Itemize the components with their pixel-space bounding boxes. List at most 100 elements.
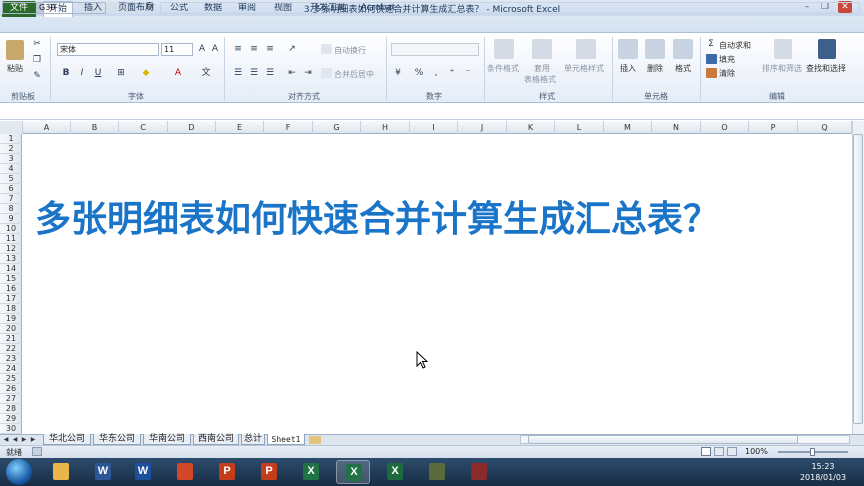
fill-color-icon[interactable]: ◆ <box>140 67 152 79</box>
shrink-font-icon[interactable]: A <box>209 43 221 55</box>
font-name-select[interactable]: 宋体 <box>57 43 159 56</box>
border-icon[interactable]: ⊞ <box>115 67 127 79</box>
horizontal-scroll-thumb[interactable] <box>528 435 798 444</box>
insert-sheet-icon[interactable] <box>309 436 321 444</box>
column-header[interactable]: H <box>361 121 410 134</box>
page-layout-view-icon[interactable] <box>714 447 724 456</box>
row-header[interactable]: 1 <box>0 134 22 144</box>
align-bottom-icon[interactable]: ≡ <box>264 43 276 55</box>
taskbar-powerpoint-b-button[interactable]: P <box>210 460 244 484</box>
row-header[interactable]: 30 <box>0 424 22 434</box>
row-header[interactable]: 3 <box>0 154 22 164</box>
column-header[interactable]: F <box>264 121 313 134</box>
decrease-indent-icon[interactable]: ⇤ <box>286 67 298 79</box>
system-clock[interactable]: 15:23 2018/01/03 <box>790 461 856 483</box>
taskbar-explorer-button[interactable] <box>44 460 78 484</box>
delete-cells-icon[interactable] <box>645 39 665 59</box>
macro-record-icon[interactable] <box>32 447 42 456</box>
row-header[interactable]: 15 <box>0 274 22 284</box>
column-header[interactable]: N <box>652 121 701 134</box>
number-format-select[interactable] <box>391 43 479 56</box>
taskbar-word-a-button[interactable]: W <box>86 460 120 484</box>
row-header[interactable]: 18 <box>0 304 22 314</box>
decrease-decimal-icon[interactable]: ⁻ <box>462 67 474 79</box>
align-left-icon[interactable]: ☰ <box>232 67 244 79</box>
zoom-level[interactable]: 100% <box>745 447 768 456</box>
next-sheet-button[interactable]: ▶ <box>20 435 28 444</box>
first-sheet-button[interactable]: ◀ <box>2 435 10 444</box>
vertical-scroll-thumb[interactable] <box>853 134 863 424</box>
start-button[interactable] <box>6 459 32 485</box>
row-header[interactable]: 10 <box>0 224 22 234</box>
taskbar-powerpoint-c-button[interactable]: P <box>252 460 286 484</box>
row-header[interactable]: 7 <box>0 194 22 204</box>
conditional-format-icon[interactable] <box>494 39 514 59</box>
column-header[interactable]: O <box>701 121 749 134</box>
column-header[interactable]: J <box>458 121 507 134</box>
row-header[interactable]: 20 <box>0 324 22 334</box>
row-header[interactable]: 27 <box>0 394 22 404</box>
increase-decimal-icon[interactable]: ⁺ <box>446 67 458 79</box>
cell-styles-icon[interactable] <box>576 39 596 59</box>
row-header[interactable]: 11 <box>0 234 22 244</box>
wrap-text-icon[interactable] <box>321 44 332 54</box>
column-header[interactable]: K <box>507 121 555 134</box>
last-sheet-button[interactable]: ▶ <box>29 435 37 444</box>
taskbar-excel-a-button[interactable]: X <box>294 460 328 484</box>
row-header[interactable]: 4 <box>0 164 22 174</box>
column-header[interactable]: G <box>313 121 361 134</box>
row-header[interactable]: 26 <box>0 384 22 394</box>
name-box[interactable]: G30 <box>2 2 106 14</box>
clear-icon[interactable] <box>706 68 717 78</box>
table-format-icon[interactable] <box>532 39 552 59</box>
page-break-view-icon[interactable] <box>727 447 737 456</box>
row-header[interactable]: 8 <box>0 204 22 214</box>
prev-sheet-button[interactable]: ◀ <box>11 435 19 444</box>
grow-font-icon[interactable]: A <box>196 43 208 55</box>
column-header[interactable]: Q <box>798 121 852 134</box>
insert-function-button[interactable]: fx <box>146 2 155 12</box>
sort-filter-icon[interactable] <box>774 39 792 59</box>
row-header[interactable]: 12 <box>0 244 22 254</box>
align-center-icon[interactable]: ☰ <box>248 67 260 79</box>
zoom-slider-knob[interactable] <box>810 448 815 456</box>
autosum-icon[interactable]: Σ <box>705 38 717 50</box>
taskbar-excel-c-button[interactable]: X <box>378 460 412 484</box>
bold-button[interactable]: B <box>60 67 72 79</box>
find-select-icon[interactable] <box>818 39 836 59</box>
column-header[interactable]: L <box>555 121 604 134</box>
row-header[interactable]: 2 <box>0 144 22 154</box>
taskbar-excel-b-button[interactable]: X <box>336 460 370 484</box>
row-header[interactable]: 23 <box>0 354 22 364</box>
cell-grid[interactable] <box>23 134 852 434</box>
align-top-icon[interactable]: ≡ <box>232 43 244 55</box>
taskbar-app-a-button[interactable] <box>420 460 454 484</box>
align-middle-icon[interactable]: ≡ <box>248 43 260 55</box>
merge-center-icon[interactable] <box>321 68 332 78</box>
increase-indent-icon[interactable]: ⇥ <box>302 67 314 79</box>
taskbar-app-b-button[interactable] <box>462 460 496 484</box>
orientation-icon[interactable]: ↗ <box>286 43 298 55</box>
sheet-tab-sheet1[interactable]: Sheet1 <box>267 434 305 445</box>
formula-input[interactable] <box>160 2 860 14</box>
row-header[interactable]: 5 <box>0 174 22 184</box>
column-header[interactable]: B <box>71 121 119 134</box>
format-cells-icon[interactable] <box>673 39 693 59</box>
taskbar-word-b-button[interactable]: W <box>126 460 160 484</box>
row-header[interactable]: 19 <box>0 314 22 324</box>
row-header[interactable]: 17 <box>0 294 22 304</box>
percent-button[interactable]: % <box>413 67 425 79</box>
row-header[interactable]: 24 <box>0 364 22 374</box>
sheet-tab-total[interactable]: 总计 <box>241 434 265 445</box>
paste-icon[interactable] <box>6 40 24 60</box>
row-header[interactable]: 16 <box>0 284 22 294</box>
insert-cells-icon[interactable] <box>618 39 638 59</box>
fill-icon[interactable] <box>706 54 717 64</box>
column-header[interactable]: M <box>604 121 652 134</box>
copy-icon[interactable]: ❐ <box>31 54 43 66</box>
column-header[interactable]: A <box>23 121 71 134</box>
font-color-icon[interactable]: A <box>172 67 184 79</box>
sheet-tab-huanan[interactable]: 华南公司 <box>143 434 191 445</box>
format-painter-icon[interactable]: ✎ <box>31 70 43 82</box>
column-header[interactable]: D <box>168 121 216 134</box>
